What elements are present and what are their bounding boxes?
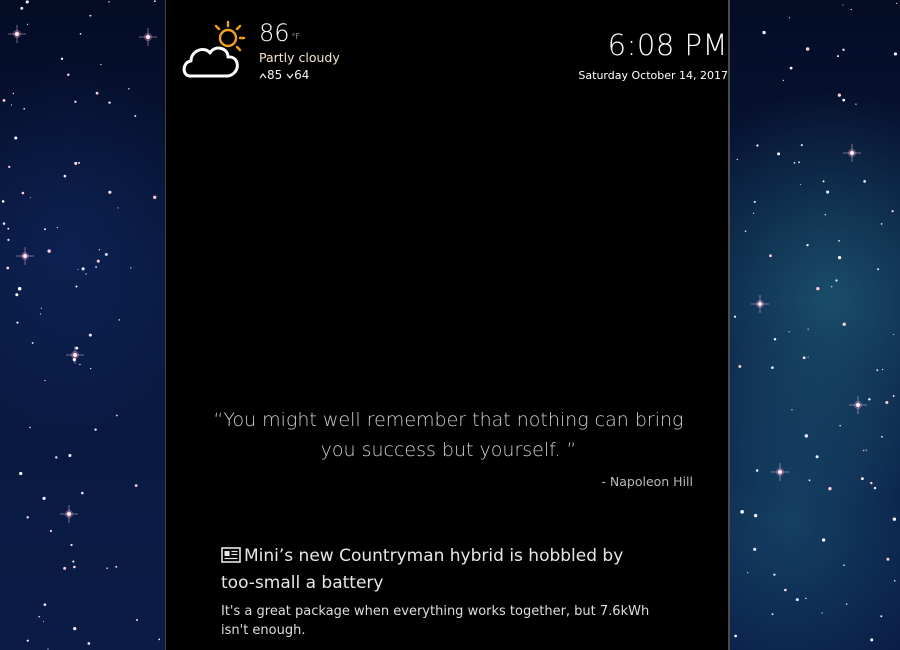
clock-widget: 6:08 PM Saturday October 14, 2017	[578, 26, 728, 84]
clock-date: Saturday October 14, 2017	[578, 69, 728, 82]
news-headline-row: Mini’s new Countryman hybrid is hobbled …	[221, 543, 661, 597]
temperature-unit: °F	[291, 32, 301, 41]
quote-text: “You might well remember that nothing ca…	[213, 409, 684, 461]
clock-time: 6:08 PM	[607, 28, 728, 62]
high-temp: 85	[267, 68, 283, 82]
temperature-value: 86 °F	[259, 19, 301, 47]
magic-mirror-panel: 86 °F Partly cloudy 85 64 6:08 PM Saturda…	[165, 0, 730, 650]
arrow-down-icon	[286, 73, 294, 79]
newspaper-icon	[221, 547, 241, 563]
weather-condition: Partly cloudy	[259, 50, 340, 65]
quote-widget: “You might well remember that nothing ca…	[196, 405, 701, 489]
news-headline: Mini’s new Countryman hybrid is hobbled …	[221, 546, 624, 593]
quote-author: - Napoleon Hill	[601, 474, 693, 489]
weather-widget: 86 °F Partly cloudy 85 64	[181, 18, 401, 88]
news-summary: It's a great package when everything wor…	[221, 604, 650, 638]
high-low-temps: 85 64	[259, 67, 309, 83]
low-temp: 64	[294, 68, 310, 82]
arrow-up-icon	[259, 73, 267, 79]
news-widget: Mini’s new Countryman hybrid is hobbled …	[221, 543, 661, 640]
partly-cloudy-icon	[182, 20, 246, 78]
